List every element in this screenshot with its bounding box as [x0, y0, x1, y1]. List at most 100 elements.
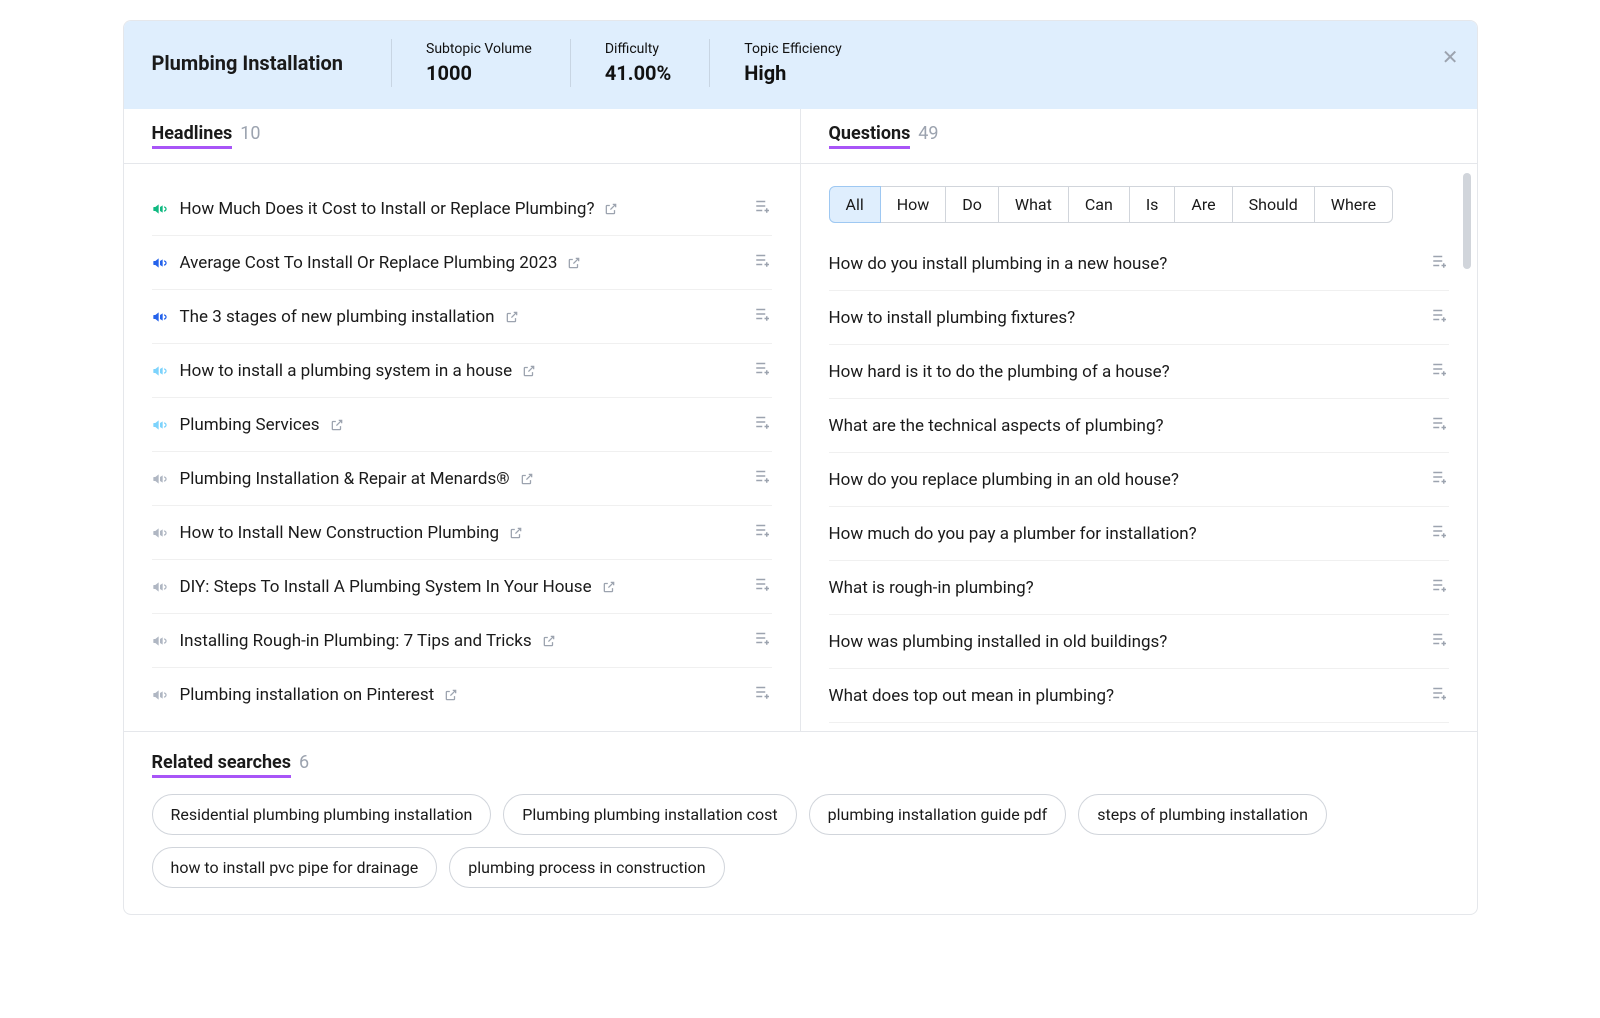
megaphone-icon: [152, 363, 168, 379]
topic-title-text: Plumbing Installation: [152, 51, 344, 75]
headline-text: Installing Rough-in Plumbing: 7 Tips and…: [180, 631, 532, 651]
megaphone-icon: [152, 471, 168, 487]
tab-can[interactable]: Can: [1068, 186, 1130, 223]
topic-detail-modal: Plumbing Installation Subtopic Volume 10…: [123, 20, 1478, 915]
megaphone-icon: [152, 417, 168, 433]
add-button[interactable]: [1431, 360, 1449, 383]
tab-is[interactable]: Is: [1129, 186, 1176, 223]
add-button[interactable]: [754, 251, 772, 274]
related-chip[interactable]: steps of plumbing installation: [1078, 794, 1327, 835]
modal-header: Plumbing Installation Subtopic Volume 10…: [124, 21, 1477, 109]
add-button[interactable]: [754, 197, 772, 220]
related-chip[interactable]: plumbing installation guide pdf: [809, 794, 1067, 835]
add-to-list-icon: [754, 683, 772, 701]
tab-all[interactable]: All: [829, 186, 881, 223]
external-link-icon: [330, 418, 344, 432]
external-link-icon: [520, 472, 534, 486]
megaphone-icon: [152, 255, 168, 271]
headlines-header: Headlines 10: [124, 109, 800, 164]
headline-text: Average Cost To Install Or Replace Plumb…: [180, 253, 558, 273]
headline-row[interactable]: The 3 stages of new plumbing installatio…: [152, 290, 772, 344]
add-to-list-icon: [1431, 684, 1449, 702]
add-to-list-icon: [1431, 306, 1449, 324]
megaphone-icon: [152, 687, 168, 703]
add-button[interactable]: [1431, 576, 1449, 599]
metric-label: Topic Efficiency: [744, 41, 841, 57]
add-button[interactable]: [754, 305, 772, 328]
question-row[interactable]: How much do you pay a plumber for instal…: [829, 507, 1449, 561]
related-chip[interactable]: plumbing process in construction: [449, 847, 724, 888]
questions-header: Questions 49: [801, 109, 1477, 164]
add-button[interactable]: [1431, 522, 1449, 545]
add-button[interactable]: [1431, 252, 1449, 275]
related-searches-section: Related searches 6 Residential plumbing …: [124, 732, 1477, 914]
headline-row[interactable]: How to Install New Construction Plumbing: [152, 506, 772, 560]
close-icon: ✕: [1442, 47, 1459, 69]
related-chip[interactable]: Plumbing plumbing installation cost: [503, 794, 796, 835]
headline-text: The 3 stages of new plumbing installatio…: [180, 307, 495, 327]
add-button[interactable]: [754, 359, 772, 382]
question-row[interactable]: How was plumbing installed in old buildi…: [829, 615, 1449, 669]
add-to-list-icon: [1431, 522, 1449, 540]
headlines-column: Headlines 10 How Much Does it Cost to In…: [124, 109, 801, 732]
scrollbar-thumb[interactable]: [1463, 173, 1471, 269]
question-text: How do you replace plumbing in an old ho…: [829, 470, 1179, 490]
question-text: What is rough-in plumbing?: [829, 578, 1034, 598]
add-to-list-icon: [1431, 576, 1449, 594]
question-text: How to install plumbing fixtures?: [829, 308, 1076, 328]
tab-should[interactable]: Should: [1232, 186, 1315, 223]
tab-do[interactable]: Do: [945, 186, 999, 223]
add-to-list-icon: [754, 413, 772, 431]
question-row[interactable]: What is rough-in plumbing?: [829, 561, 1449, 615]
add-button[interactable]: [754, 413, 772, 436]
add-button[interactable]: [754, 683, 772, 706]
question-row[interactable]: How hard is it to do the plumbing of a h…: [829, 345, 1449, 399]
add-to-list-icon: [1431, 360, 1449, 378]
tab-are[interactable]: Are: [1174, 186, 1232, 223]
add-button[interactable]: [1431, 414, 1449, 437]
headline-row[interactable]: Plumbing installation on Pinterest: [152, 668, 772, 721]
external-link-icon: [604, 202, 618, 216]
add-button[interactable]: [1431, 306, 1449, 329]
add-button[interactable]: [1431, 468, 1449, 491]
metric-value: 41.00%: [605, 61, 671, 85]
related-chip[interactable]: how to install pvc pipe for drainage: [152, 847, 438, 888]
tab-where[interactable]: Where: [1314, 186, 1393, 223]
question-row[interactable]: What are the technical aspects of plumbi…: [829, 399, 1449, 453]
add-button[interactable]: [1431, 684, 1449, 707]
headline-row[interactable]: Installing Rough-in Plumbing: 7 Tips and…: [152, 614, 772, 668]
add-button[interactable]: [754, 467, 772, 490]
headline-row[interactable]: DIY: Steps To Install A Plumbing System …: [152, 560, 772, 614]
megaphone-icon: [152, 525, 168, 541]
related-count: 6: [299, 752, 309, 773]
add-to-list-icon: [1431, 630, 1449, 648]
add-button[interactable]: [754, 575, 772, 598]
question-text: How was plumbing installed in old buildi…: [829, 632, 1168, 652]
headline-row[interactable]: How to install a plumbing system in a ho…: [152, 344, 772, 398]
external-link-icon: [602, 580, 616, 594]
question-row[interactable]: How to install plumbing fixtures?: [829, 291, 1449, 345]
headline-row[interactable]: How Much Does it Cost to Install or Repl…: [152, 182, 772, 236]
add-button[interactable]: [1431, 630, 1449, 653]
megaphone-icon: [152, 309, 168, 325]
close-button[interactable]: ✕: [1442, 45, 1459, 70]
headline-row[interactable]: Plumbing Services: [152, 398, 772, 452]
questions-column: Questions 49 AllHowDoWhatCanIsAreShouldW…: [801, 109, 1477, 732]
headline-row[interactable]: Average Cost To Install Or Replace Plumb…: [152, 236, 772, 290]
headline-row[interactable]: Plumbing Installation & Repair at Menard…: [152, 452, 772, 506]
question-row[interactable]: What does top out mean in plumbing?: [829, 669, 1449, 723]
tab-how[interactable]: How: [880, 186, 947, 223]
add-to-list-icon: [754, 359, 772, 377]
question-row[interactable]: How do you install plumbing in a new hou…: [829, 237, 1449, 291]
question-row[interactable]: How do you replace plumbing in an old ho…: [829, 453, 1449, 507]
metric-label: Difficulty: [605, 41, 671, 57]
tab-what[interactable]: What: [998, 186, 1069, 223]
add-button[interactable]: [754, 629, 772, 652]
question-text: How much do you pay a plumber for instal…: [829, 524, 1197, 544]
add-button[interactable]: [754, 521, 772, 544]
topic-title: Plumbing Installation: [152, 39, 354, 75]
external-link-icon: [542, 634, 556, 648]
headline-text: How to install a plumbing system in a ho…: [180, 361, 513, 381]
external-link-icon: [444, 688, 458, 702]
related-chip[interactable]: Residential plumbing plumbing installati…: [152, 794, 492, 835]
